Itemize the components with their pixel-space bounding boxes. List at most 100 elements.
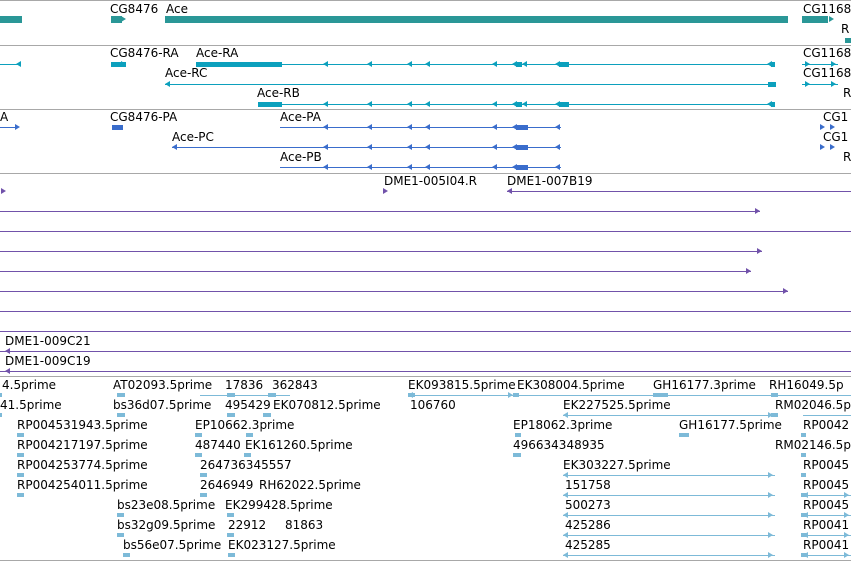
est-feature[interactable]: [263, 413, 271, 417]
est-label[interactable]: bs23e08.5prime: [117, 499, 215, 512]
clone-label[interactable]: DME1-005I04.R: [384, 175, 477, 188]
exon[interactable]: [559, 101, 569, 107]
clone-bar[interactable]: [0, 231, 851, 232]
est-feature[interactable]: [200, 493, 207, 497]
transcript-label[interactable]: Ace-RC: [165, 67, 207, 80]
clone-bar[interactable]: [0, 331, 851, 332]
est-feature[interactable]: [17, 453, 24, 457]
est-label[interactable]: 81863: [285, 519, 323, 532]
exon[interactable]: [768, 81, 776, 87]
est-label[interactable]: 264736345557: [200, 459, 292, 472]
est-bar[interactable]: [563, 495, 775, 496]
protein-label[interactable]: Ace-PB: [280, 151, 322, 164]
est-feature[interactable]: [117, 413, 125, 417]
protein-label[interactable]: A: [0, 111, 8, 124]
transcript-label[interactable]: Ace-RB: [257, 87, 300, 100]
protein-label[interactable]: Ace-PC: [172, 131, 214, 144]
est-label[interactable]: 500273: [565, 499, 611, 512]
gene-label[interactable]: Ace: [166, 3, 188, 16]
est-label[interactable]: AT02093.5prime: [113, 379, 212, 392]
est-bar[interactable]: [563, 535, 775, 536]
gene-label[interactable]: R: [841, 23, 849, 36]
est-label[interactable]: 151758: [565, 479, 611, 492]
est-feature[interactable]: [227, 413, 235, 417]
est-feature[interactable]: [244, 453, 251, 457]
est-label[interactable]: bs32g09.5prime: [117, 519, 215, 532]
exon[interactable]: [771, 61, 775, 67]
est-feature[interactable]: [117, 513, 124, 517]
est-label[interactable]: RP004531943.5prime: [17, 419, 148, 432]
transcript-label[interactable]: Ace-RA: [196, 47, 238, 60]
est-label[interactable]: EK161260.5prime: [245, 439, 353, 452]
est-label[interactable]: EK023127.5prime: [228, 539, 336, 552]
est-bar[interactable]: [408, 395, 515, 396]
est-feature[interactable]: [228, 553, 235, 557]
clone-bar[interactable]: [0, 211, 760, 212]
est-label[interactable]: RP0045: [803, 459, 849, 472]
est-label[interactable]: RP0045: [803, 479, 849, 492]
est-label[interactable]: EK070812.5prime: [273, 399, 381, 412]
est-label[interactable]: bs56e07.5prime: [123, 539, 221, 552]
est-bar[interactable]: [563, 415, 775, 416]
protein-feature[interactable]: [516, 124, 528, 130]
est-feature[interactable]: [0, 393, 2, 397]
est-feature[interactable]: [801, 433, 806, 437]
gene-feature[interactable]: [165, 15, 788, 23]
gene-feature[interactable]: [845, 37, 851, 43]
transcript-label[interactable]: CG1168: [803, 67, 851, 80]
est-feature[interactable]: [195, 453, 202, 457]
est-bar[interactable]: [563, 515, 775, 516]
est-label[interactable]: 487440: [195, 439, 241, 452]
est-label[interactable]: EP18062.3prime: [513, 419, 612, 432]
est-bar[interactable]: [803, 415, 851, 416]
est-feature[interactable]: [513, 453, 521, 457]
est-feature[interactable]: [0, 413, 2, 417]
est-feature[interactable]: [679, 433, 689, 437]
est-label[interactable]: bs36d07.5prime: [113, 399, 211, 412]
clone-bar[interactable]: [0, 371, 851, 372]
est-label[interactable]: 106760: [410, 399, 456, 412]
est-label[interactable]: 496634348935: [513, 439, 605, 452]
est-bar[interactable]: [563, 555, 775, 556]
protein-label[interactable]: R: [843, 151, 851, 164]
est-label[interactable]: 362843: [272, 379, 318, 392]
clone-bar[interactable]: [0, 291, 788, 292]
est-label[interactable]: EK093815.5prime: [408, 379, 516, 392]
est-feature[interactable]: [117, 533, 124, 537]
transcript-label[interactable]: R: [843, 87, 851, 100]
est-feature[interactable]: [227, 533, 234, 537]
clone-bar[interactable]: [0, 251, 762, 252]
est-feature[interactable]: [17, 493, 24, 497]
est-label[interactable]: 495429: [225, 399, 271, 412]
transcript-label[interactable]: CG1168: [803, 47, 851, 60]
est-feature[interactable]: [227, 513, 234, 517]
est-label[interactable]: 22912: [228, 519, 266, 532]
est-feature[interactable]: [246, 433, 253, 437]
gene-label[interactable]: CG1168: [803, 3, 851, 16]
est-label[interactable]: 17836: [225, 379, 263, 392]
protein-feature[interactable]: [516, 164, 528, 170]
est-feature[interactable]: [17, 473, 24, 477]
protein-label[interactable]: CG8476-PA: [110, 111, 177, 124]
est-label[interactable]: RP0042: [803, 419, 849, 432]
clone-bar[interactable]: [0, 271, 751, 272]
est-label[interactable]: RP004217197.5prime: [17, 439, 148, 452]
transcript-bar[interactable]: [165, 84, 776, 85]
protein-label[interactable]: CG1: [823, 131, 848, 144]
est-label[interactable]: RP004254011.5prime: [17, 479, 148, 492]
protein-feature[interactable]: [112, 124, 123, 130]
est-bar[interactable]: [563, 475, 775, 476]
protein-label[interactable]: Ace-PA: [280, 111, 321, 124]
transcript-label[interactable]: CG8476-RA: [110, 47, 179, 60]
protein-label[interactable]: CG1: [823, 111, 848, 124]
est-label[interactable]: RP004253774.5prime: [17, 459, 148, 472]
est-label[interactable]: EK227525.5prime: [563, 399, 671, 412]
clone-label[interactable]: DME1-009C21: [5, 335, 91, 348]
est-label[interactable]: EK303227.5prime: [563, 459, 671, 472]
gene-feature[interactable]: [0, 15, 22, 23]
clone-bar[interactable]: [507, 191, 851, 192]
clone-label[interactable]: DME1-007B19: [507, 175, 593, 188]
est-feature[interactable]: [117, 393, 125, 397]
est-feature[interactable]: [195, 433, 202, 437]
est-feature[interactable]: [200, 473, 207, 477]
